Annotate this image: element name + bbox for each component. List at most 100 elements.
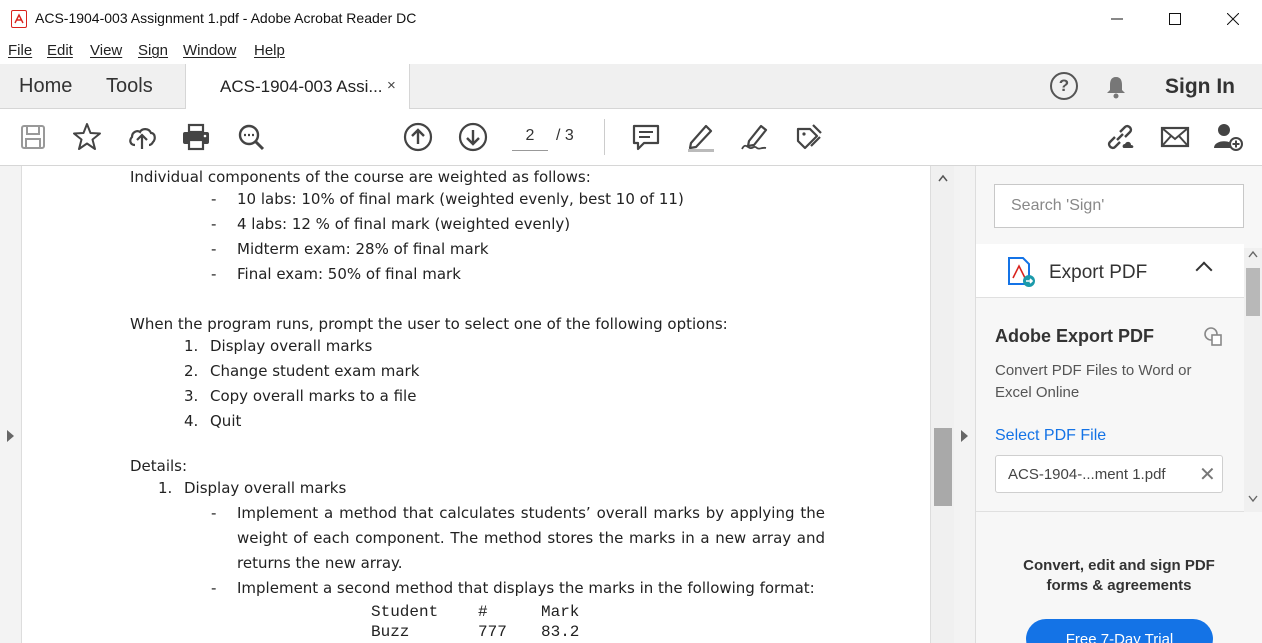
component-item: Midterm exam: 28% of final mark: [237, 240, 489, 258]
component-item: Final exam: 50% of final mark: [237, 265, 461, 283]
sign-pen-icon[interactable]: [739, 121, 771, 153]
promo-line: forms & agreements: [1046, 577, 1192, 594]
cloud-document-icon: [1203, 326, 1223, 346]
export-pdf-title: Export PDF: [1049, 262, 1148, 283]
sign-search-input[interactable]: Search 'Sign': [994, 184, 1244, 228]
scrollbar-thumb[interactable]: [934, 428, 952, 506]
title-bar: ACS-1904-003 Assignment 1.pdf - Adobe Ac…: [0, 0, 1262, 38]
help-icon[interactable]: ?: [1050, 72, 1078, 100]
bullet-dash: -: [211, 240, 217, 258]
bullet-dash: -: [211, 190, 217, 208]
pane-scroll-down-icon[interactable]: [1248, 495, 1258, 506]
promo-text: Convert, edit and sign PDF forms & agree…: [976, 556, 1262, 596]
document-page: Individual components of the course are …: [22, 166, 930, 643]
menu-bar: File Edit View Sign Window Help: [0, 38, 1262, 64]
menu-sign[interactable]: Sign: [138, 42, 168, 59]
pane-scrollbar-thumb[interactable]: [1246, 268, 1260, 316]
option-text: Display overall marks: [210, 337, 373, 355]
email-icon[interactable]: [1159, 121, 1191, 153]
remove-file-icon[interactable]: ✕: [1199, 462, 1216, 487]
upload-cloud-icon[interactable]: [126, 121, 158, 153]
chevron-up-icon[interactable]: [1195, 261, 1213, 279]
table-header-number: #: [478, 603, 488, 621]
table-cell-mark: 83.2: [541, 623, 580, 641]
share-link-icon[interactable]: [1104, 121, 1136, 153]
option-number: 2.: [184, 362, 199, 380]
bullet-dash: -: [211, 579, 217, 597]
selected-file-name: ACS-1904-...ment 1.pdf: [1008, 466, 1166, 483]
detail-line: Implement a method that calculates stude…: [237, 504, 825, 522]
menu-edit[interactable]: Edit: [47, 42, 73, 59]
acrobat-icon: [11, 10, 27, 28]
free-trial-button[interactable]: Free 7-Day Trial: [1026, 619, 1213, 643]
option-number: 4.: [184, 412, 199, 430]
document-scrollbar[interactable]: [930, 166, 954, 643]
bullet-dash: -: [211, 215, 217, 233]
menu-help[interactable]: Help: [254, 42, 285, 59]
export-pdf-icon: [1006, 256, 1036, 288]
toolbar-divider: [604, 119, 605, 155]
option-number: 1.: [184, 337, 199, 355]
notification-bell-icon[interactable]: [1103, 74, 1129, 100]
minimize-button[interactable]: [1088, 0, 1146, 38]
scroll-up-icon[interactable]: [938, 173, 948, 185]
window-title: ACS-1904-003 Assignment 1.pdf - Adobe Ac…: [35, 10, 417, 26]
tools-pane: Search 'Sign' Export PDF Adobe Export PD…: [976, 166, 1262, 643]
add-user-icon[interactable]: [1212, 121, 1244, 153]
option-text: Quit: [210, 412, 242, 430]
details-label: Details:: [130, 457, 188, 475]
doc-prompt: When the program runs, prompt the user t…: [130, 315, 728, 333]
doc-intro: Individual components of the course are …: [130, 168, 591, 186]
comment-icon[interactable]: [630, 121, 662, 153]
export-pdf-section: Adobe Export PDF Convert PDF Files to Wo…: [976, 298, 1244, 512]
save-icon[interactable]: [17, 121, 49, 153]
table-cell-number: 777: [478, 623, 507, 641]
export-description: Convert PDF Files to Word or Excel Onlin…: [995, 362, 1192, 401]
print-icon[interactable]: [180, 121, 212, 153]
highlight-pen-icon[interactable]: [684, 121, 716, 153]
page-number-input[interactable]: 2: [512, 123, 548, 151]
next-page-icon[interactable]: [457, 121, 489, 153]
prev-page-icon[interactable]: [402, 121, 434, 153]
detail-number: 1.: [158, 479, 173, 497]
pane-scrollbar[interactable]: [1244, 248, 1262, 512]
close-button[interactable]: [1204, 0, 1262, 38]
pane-scroll-up-icon[interactable]: [1248, 250, 1258, 261]
table-cell-student: Buzz: [371, 623, 410, 641]
tab-home[interactable]: Home: [19, 75, 72, 98]
bookmark-star-icon[interactable]: [71, 121, 103, 153]
toolbar: 2 / 3: [0, 109, 1262, 166]
zoom-icon[interactable]: [235, 121, 267, 153]
menu-window[interactable]: Window: [183, 42, 236, 59]
menu-view[interactable]: View: [90, 42, 122, 59]
option-number: 3.: [184, 387, 199, 405]
component-item: 10 labs: 10% of final mark (weighted eve…: [237, 190, 684, 208]
right-panel-toggle[interactable]: [954, 166, 976, 643]
bullet-dash: -: [211, 504, 217, 522]
detail-line: Implement a second method that displays …: [237, 579, 815, 597]
detail-line: weight of each component. The method sto…: [237, 529, 825, 547]
tab-document[interactable]: ACS-1904-003 Assi... ×: [185, 64, 410, 110]
left-panel-toggle[interactable]: [0, 166, 22, 643]
table-header-student: Student: [371, 603, 439, 621]
edit-fill-icon[interactable]: [793, 121, 825, 153]
table-header-mark: Mark: [541, 603, 580, 621]
detail-title: Display overall marks: [184, 479, 347, 497]
export-heading: Adobe Export PDF: [995, 326, 1155, 346]
close-tab-icon[interactable]: ×: [387, 77, 396, 94]
option-text: Change student exam mark: [210, 362, 420, 380]
maximize-button[interactable]: [1146, 0, 1204, 38]
select-pdf-link[interactable]: Select PDF File: [995, 427, 1106, 445]
menu-file[interactable]: File: [8, 42, 32, 59]
bullet-dash: -: [211, 265, 217, 283]
detail-line: returns the new array.: [237, 554, 403, 572]
option-text: Copy overall marks to a file: [210, 387, 417, 405]
page-total: / 3: [556, 127, 574, 144]
sign-in-link[interactable]: Sign In: [1165, 75, 1235, 99]
promo-line: Convert, edit and sign PDF: [1023, 557, 1215, 574]
selected-file-field[interactable]: ACS-1904-...ment 1.pdf ✕: [995, 455, 1223, 493]
collapse-right-icon: [961, 430, 968, 442]
tab-tools[interactable]: Tools: [106, 75, 153, 98]
tab-document-label: ACS-1904-003 Assi...: [220, 77, 383, 96]
component-item: 4 labs: 12 % of final mark (weighted eve…: [237, 215, 571, 233]
